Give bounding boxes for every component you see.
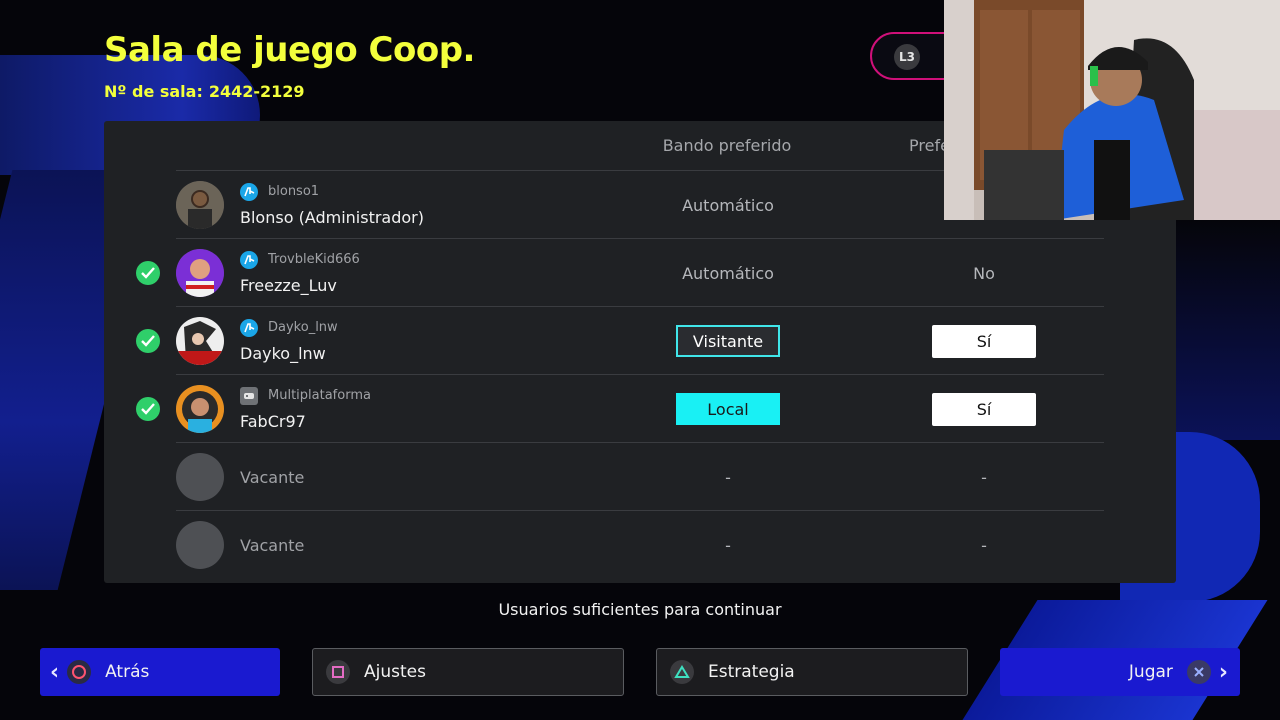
playstation-icon xyxy=(240,251,258,269)
ready-check-icon xyxy=(136,261,160,285)
avatar xyxy=(176,249,224,297)
player-row[interactable]: Dayko_lnw Dayko_lnw Visitante Sí xyxy=(136,306,1104,375)
vacant-label: Vacante xyxy=(240,536,305,555)
back-label: Atrás xyxy=(105,662,150,682)
empty-avatar xyxy=(176,453,224,501)
page-title: Sala de juego Coop. xyxy=(104,30,475,70)
room-number: Nº de sala: 2442-2129 xyxy=(104,82,305,101)
settings-label: Ajustes xyxy=(364,662,426,682)
preference-si-button[interactable]: Sí xyxy=(932,324,1036,358)
triangle-button-icon xyxy=(670,660,694,684)
webcam-overlay xyxy=(944,0,1280,220)
playstation-icon xyxy=(240,319,258,337)
status-message: Usuarios suficientes para continuar xyxy=(498,600,782,619)
room-number-label: Nº de sala: xyxy=(104,82,203,101)
user-id: Multiplataforma xyxy=(268,388,371,403)
player-row[interactable]: Multiplataforma FabCr97 Local Sí xyxy=(136,374,1104,443)
player-name: Blonso (Administrador) xyxy=(240,208,424,227)
cross-button-icon xyxy=(1186,660,1211,684)
avatar xyxy=(176,181,224,229)
circle-button-icon xyxy=(67,660,92,684)
background-shape xyxy=(1176,220,1280,440)
room-number-value: 2442-2129 xyxy=(208,82,305,101)
avatar xyxy=(176,385,224,433)
preferred-side: Automático xyxy=(682,195,774,215)
user-id: Dayko_lnw xyxy=(268,320,338,335)
empty-avatar xyxy=(176,521,224,569)
preferred-side-cell: Visitante xyxy=(676,307,780,375)
square-button-icon xyxy=(326,660,350,684)
preference-si-button[interactable]: Sí xyxy=(932,392,1036,426)
play-label: Jugar xyxy=(1128,662,1173,682)
chevron-right-icon: › xyxy=(1218,659,1228,685)
back-button[interactable]: ‹ Atrás xyxy=(40,648,280,696)
settings-button[interactable]: Ajustes xyxy=(312,648,624,696)
gamepad-icon xyxy=(240,387,258,405)
preferred-side: Automático xyxy=(682,263,774,283)
preferred-side: - xyxy=(725,467,731,487)
preference-cell: Sí xyxy=(932,375,1036,443)
play-button[interactable]: Jugar › xyxy=(1000,648,1240,696)
preference-value: - xyxy=(981,535,987,555)
preference-value: - xyxy=(981,467,987,487)
vacant-row: Vacante - - xyxy=(176,442,1104,510)
strategy-label: Estrategia xyxy=(708,662,795,682)
preferred-side: - xyxy=(725,535,731,555)
chevron-left-icon: ‹ xyxy=(50,659,60,685)
user-id: blonso1 xyxy=(268,184,320,199)
user-id: TrovbleKid666 xyxy=(268,252,360,267)
avatar xyxy=(176,317,224,365)
side-local-button[interactable]: Local xyxy=(676,393,780,425)
preference-value: No xyxy=(973,263,995,283)
playstation-icon xyxy=(240,183,258,201)
vacant-row: Vacante - - xyxy=(176,510,1104,578)
l3-button-icon: L3 xyxy=(894,44,920,70)
vacant-label: Vacante xyxy=(240,468,305,487)
side-visitante-button[interactable]: Visitante xyxy=(676,325,780,357)
preferred-side-cell: Local xyxy=(676,375,780,443)
strategy-button[interactable]: Estrategia xyxy=(656,648,968,696)
column-header-side: Bando preferido xyxy=(662,136,792,155)
ready-check-icon xyxy=(136,329,160,353)
player-name: FabCr97 xyxy=(240,412,306,431)
player-row[interactable]: TrovbleKid666 Freezze_Luv Automático No xyxy=(136,238,1104,306)
ready-check-icon xyxy=(136,397,160,421)
player-name: Dayko_lnw xyxy=(240,344,326,363)
player-name: Freezze_Luv xyxy=(240,276,337,295)
preference-cell: Sí xyxy=(932,307,1036,375)
